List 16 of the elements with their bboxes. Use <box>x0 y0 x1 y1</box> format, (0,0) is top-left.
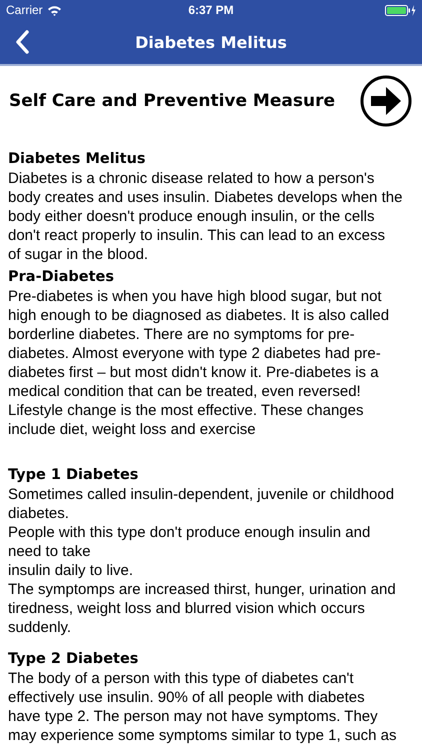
section-heading: Type 1 Diabetes <box>8 466 140 485</box>
section-heading: Diabetes Melitus <box>8 150 147 169</box>
status-time: 6:37 PM <box>188 3 234 17</box>
back-button[interactable] <box>15 30 29 54</box>
wifi-icon <box>46 4 62 16</box>
next-arrow-button[interactable] <box>360 75 412 127</box>
page-heading: Self Care and Preventive Measure <box>9 91 335 111</box>
carrier-name: Carrier <box>6 3 43 17</box>
section-heading: Type 2 Diabetes <box>8 650 140 669</box>
section-text: Pre-diabetes is when you have high blood sugar, but not high enough to be diagnosed as diabetes. It is also called borderline diabetes. There are no symptoms for pre- diabetes. Almost everyone with type 2 diabetes had pre- diabetes first – but most didn't know it. Pre-diabetes is a medical condition that can be treated, even reversed! Lifestyle change is the most effective. These changes include diet, weight loss and exercise <box>8 287 390 439</box>
section-text: The body of a person with this type of diabetes can't effectively use insulin. 90% of all people with diabetes have type 2. The person may not have symptoms. They may experience some symptoms similar to type 1, such as <box>8 669 398 745</box>
screen-title: Diabetes Melitus <box>135 32 287 52</box>
section-text: Sometimes called insulin-dependent, juvenile or childhood diabetes. People with this type don't produce enough insulin and need to take insulin daily to live. The symptomps are increased thirst, hunger, urination and tiredness, weight loss and blurred vision which occurs suddenly. <box>8 485 397 637</box>
section-text: Diabetes is a chronic disease related to how a person's body creates and uses insulin. Diabetes develops when the body either doesn't produce enough insulin, or the cells don't react properly to insulin. This can lead to an excess of sugar in the blood. <box>8 169 404 264</box>
battery-icon <box>385 4 416 16</box>
section-heading: Pra-Diabetes <box>8 268 115 287</box>
